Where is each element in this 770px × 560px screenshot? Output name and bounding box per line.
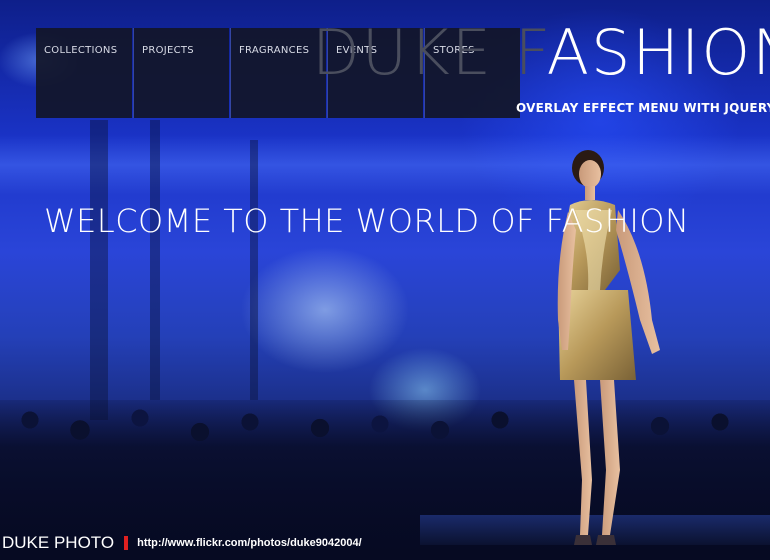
- stage-truss: [90, 120, 108, 420]
- menu-item-label: COLLECTIONS: [44, 45, 118, 56]
- site-title-bright: ASHION: [546, 16, 770, 89]
- stage-truss: [150, 120, 160, 400]
- site-title-dim: DUKE F: [312, 16, 547, 89]
- welcome-heading: WELCOME TO THE WORLD OF FASHION: [44, 202, 690, 240]
- stage-truss: [250, 140, 258, 400]
- menu-item-collections[interactable]: COLLECTIONS: [36, 28, 132, 118]
- menu-item-label: PROJECTS: [142, 45, 194, 56]
- credit-brand: DUKE PHOTO: [2, 532, 115, 552]
- site-subtitle: OVERLAY EFFECT MENU WITH JQUERY: [516, 101, 770, 115]
- credit-link[interactable]: http://www.flickr.com/photos/duke9042004…: [137, 537, 362, 549]
- photo-credit: DUKE PHOTO http://www.flickr.com/photos/…: [0, 525, 770, 560]
- credit-divider: [124, 535, 129, 550]
- site-title: DUKE FASHION: [312, 22, 770, 84]
- menu-item-projects[interactable]: PROJECTS: [133, 28, 229, 118]
- menu-item-label: FRAGRANCES: [239, 45, 310, 56]
